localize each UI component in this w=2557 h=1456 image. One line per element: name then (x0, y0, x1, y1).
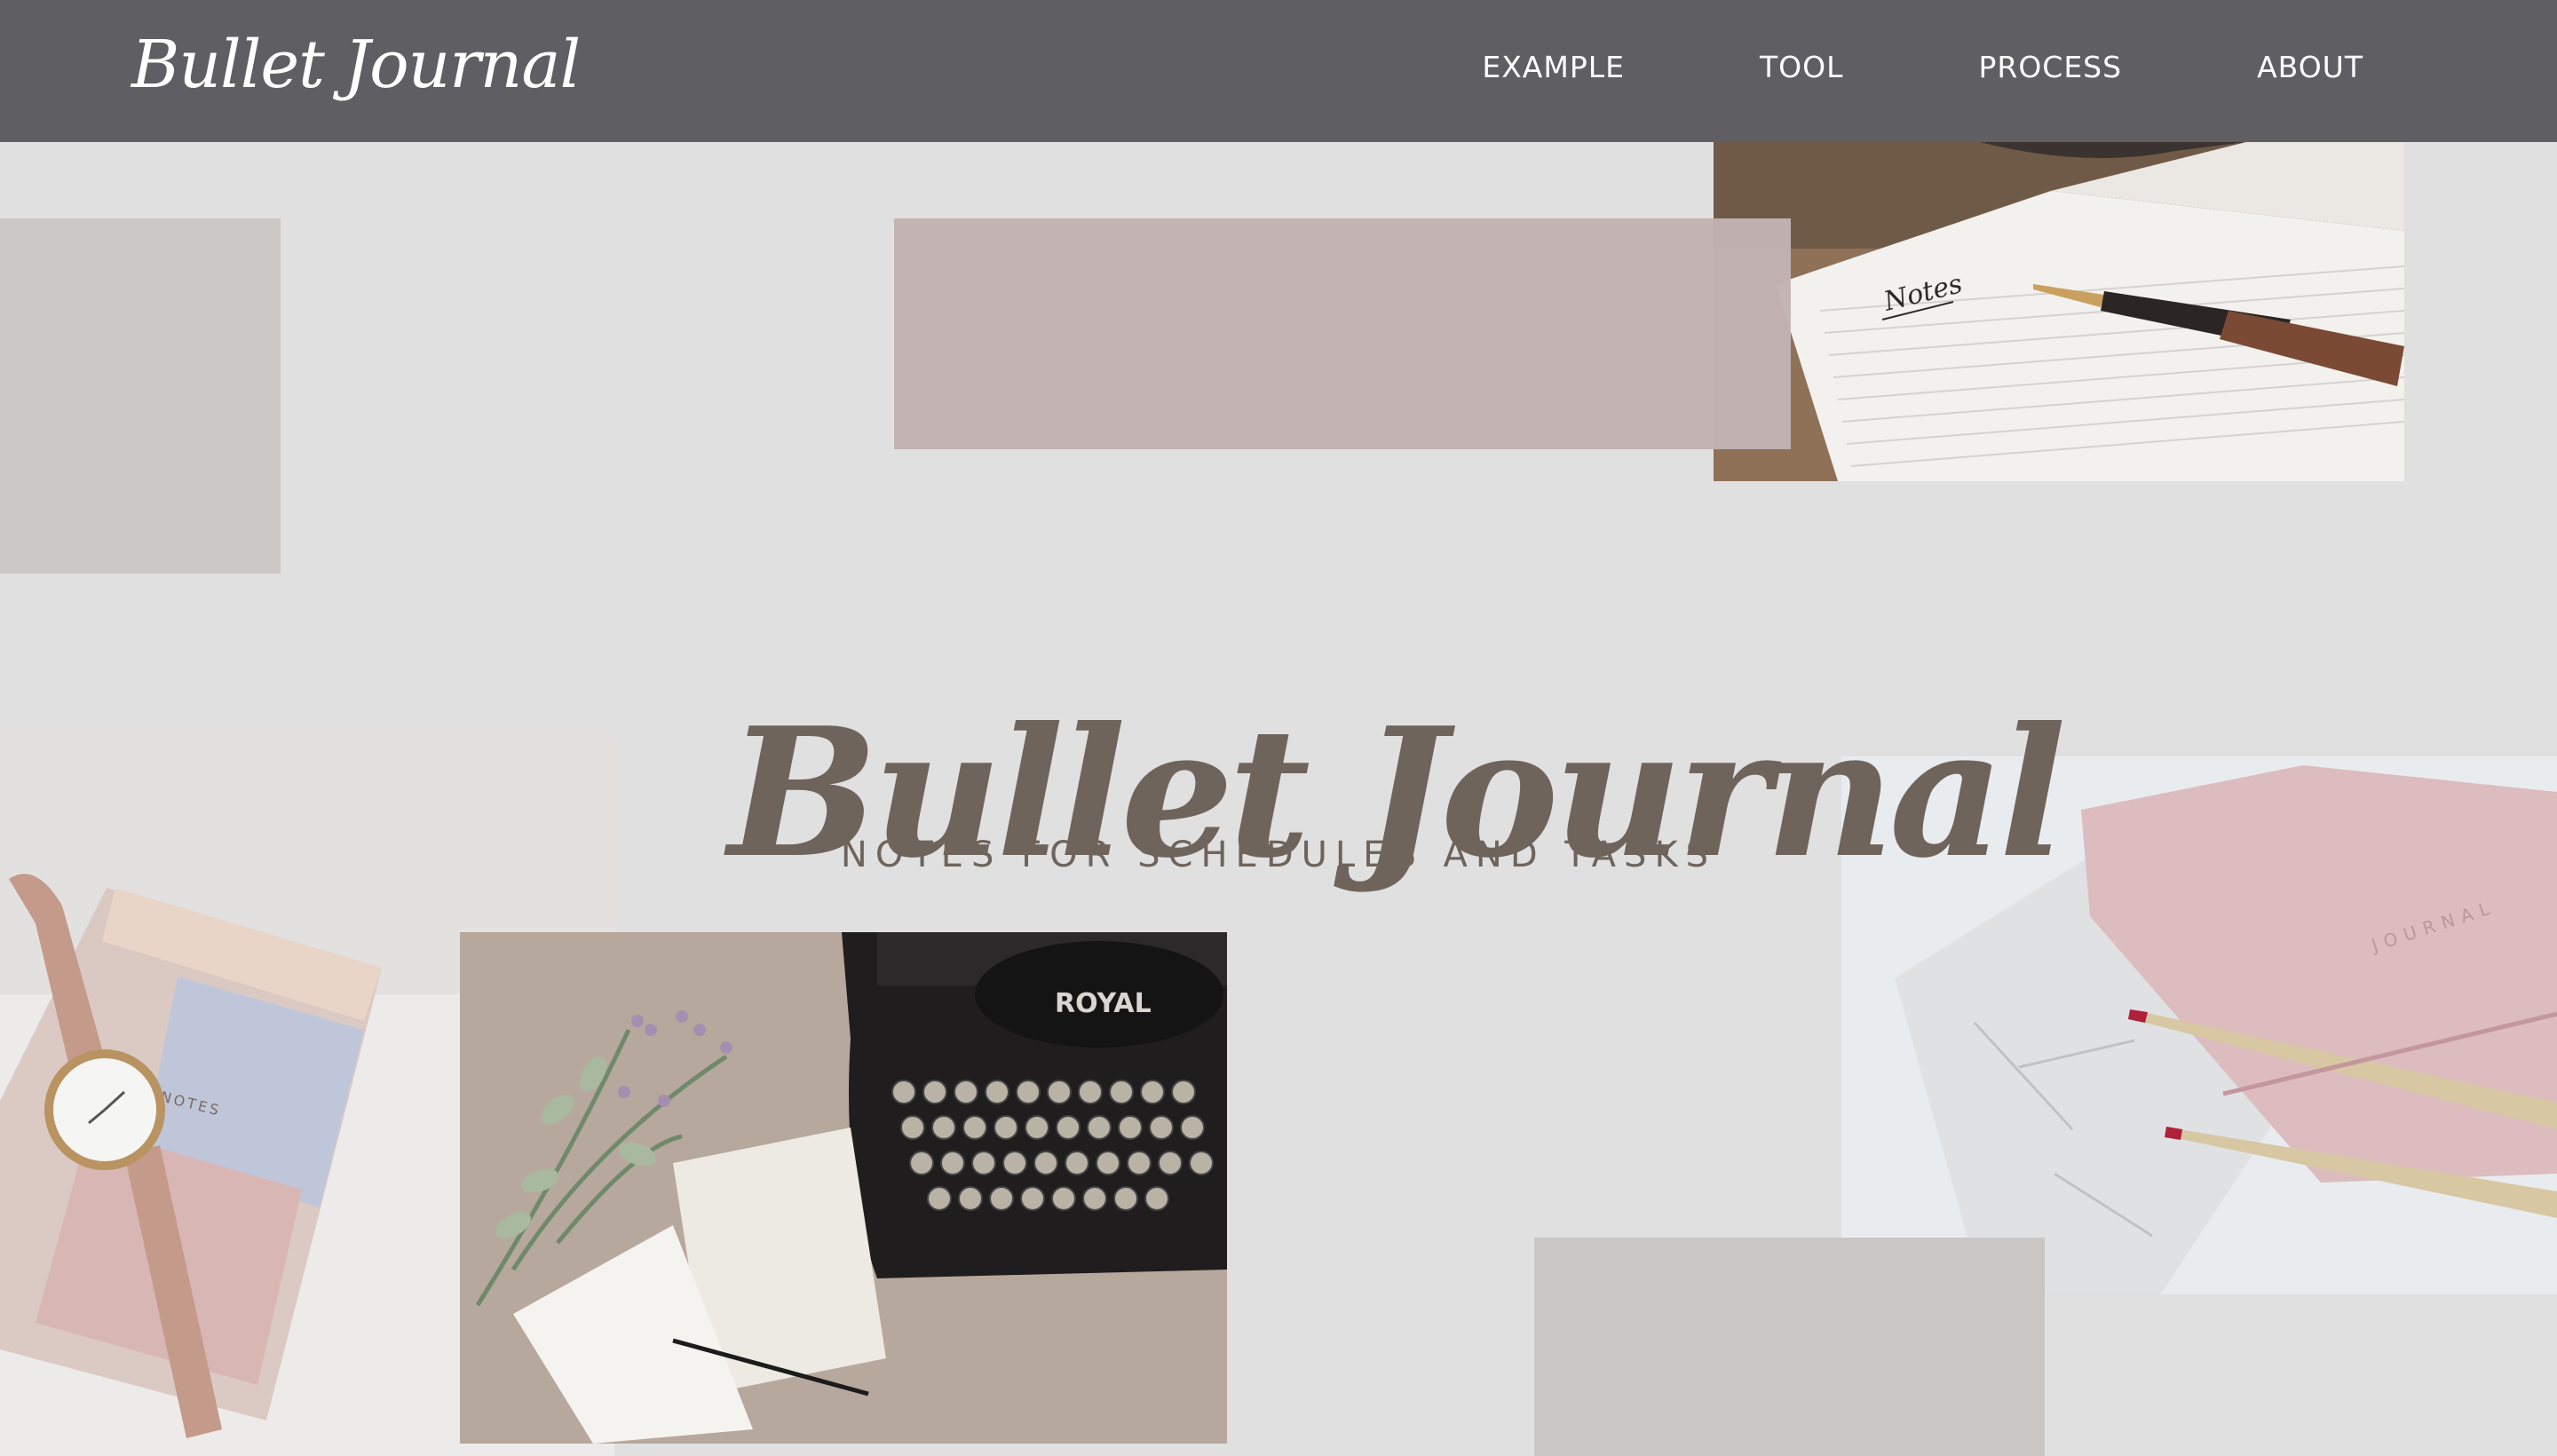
page: Bullet Journal EXAMPLE TOOL PROCESS ABOU… (0, 0, 2557, 1456)
site-header: Bullet Journal EXAMPLE TOOL PROCESS ABOU… (0, 0, 2557, 142)
decor-block-left (0, 218, 281, 574)
photo-notebook-pen: Notes (1714, 142, 2404, 481)
brand-logo[interactable]: Bullet Journal (131, 27, 581, 103)
decor-block-bottom (1534, 1238, 2045, 1456)
main-nav: EXAMPLE TOOL PROCESS ABOUT (1482, 50, 2363, 84)
nav-tool[interactable]: TOOL (1760, 50, 1844, 84)
photo-typewriter: ROYAL (460, 932, 1227, 1444)
nav-example[interactable]: EXAMPLE (1482, 50, 1625, 84)
nav-process[interactable]: PROCESS (1978, 50, 2122, 84)
nav-about[interactable]: ABOUT (2257, 50, 2363, 84)
hero-subtitle: NOTES FOR SCHEDULES AND TASKS (840, 835, 1717, 875)
decor-block-mauve (894, 218, 1791, 449)
typewriter-brand: ROYAL (1055, 988, 1152, 1019)
